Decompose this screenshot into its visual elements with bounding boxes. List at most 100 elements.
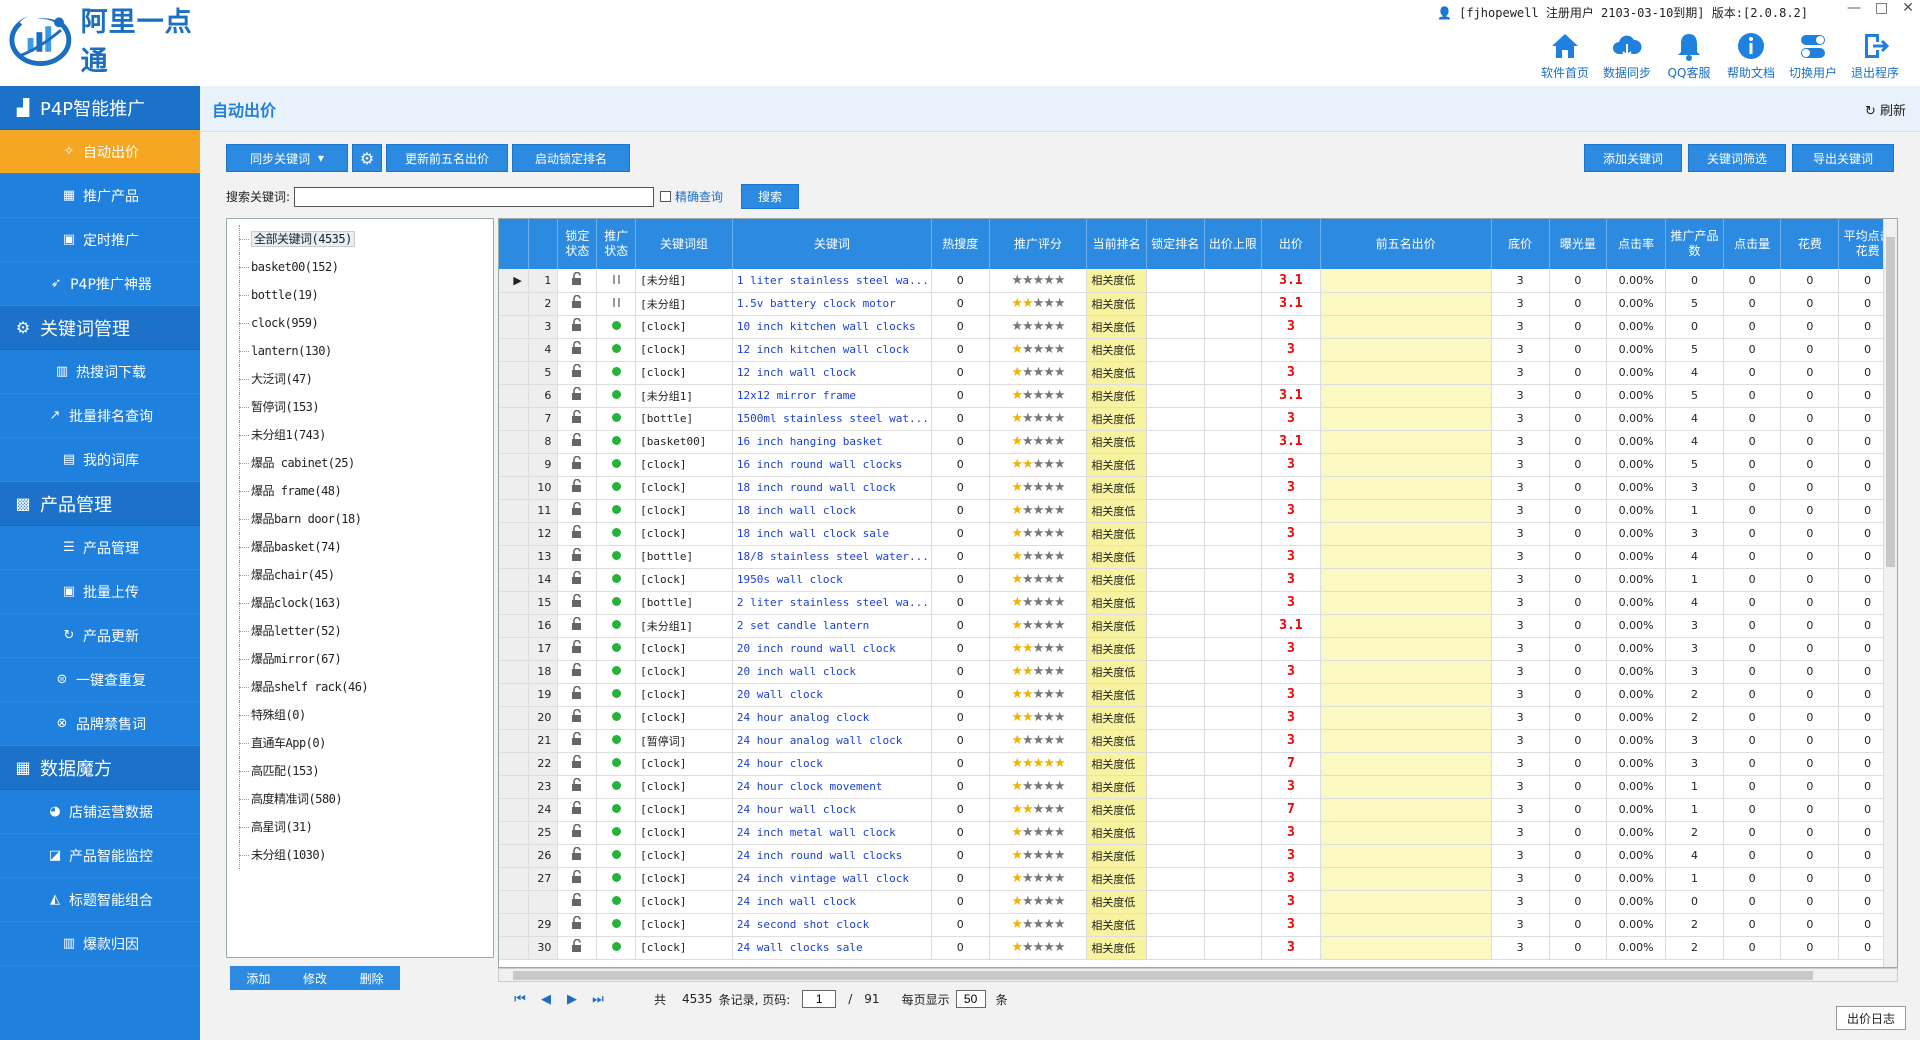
keyword-link[interactable]: 24 inch round wall clocks — [732, 844, 932, 868]
lock-toggle[interactable] — [557, 844, 598, 868]
col-bid[interactable]: 出价 — [1261, 219, 1321, 269]
bid-limit[interactable] — [1204, 844, 1263, 868]
table-row[interactable]: 29 [clock] 24 second shot clock 0 ★★★★★ 相关度低 3… — [499, 913, 1897, 937]
lock-toggle[interactable] — [557, 890, 598, 914]
table-row[interactable]: 21 [暂停词] 24 hour analog wall clock 0 ★★★★★ 相关… — [499, 729, 1897, 753]
sidebar-item-product-update[interactable]: ↻ 产品更新 — [0, 614, 200, 658]
keyword-link[interactable]: 12 inch wall clock — [732, 361, 932, 385]
lock-rank[interactable] — [1146, 338, 1205, 362]
bid-limit[interactable] — [1204, 361, 1263, 385]
table-row[interactable]: 10 [clock] 18 inch round wall clock 0 ★★★★★ 相… — [499, 476, 1897, 500]
table-row[interactable]: 20 [clock] 24 hour analog clock 0 ★★★★★ 相关度低 3… — [499, 706, 1897, 730]
bid-value[interactable]: 3.1 — [1261, 384, 1321, 408]
lock-rank[interactable] — [1146, 361, 1205, 385]
lock-toggle[interactable] — [557, 453, 598, 477]
keyword-link[interactable]: 12 inch kitchen wall clock — [732, 338, 932, 362]
promo-status[interactable] — [596, 269, 637, 293]
bid-value[interactable]: 3 — [1261, 476, 1321, 500]
bid-limit[interactable] — [1204, 476, 1263, 500]
exact-query-checkbox[interactable] — [660, 191, 672, 202]
tree-item[interactable]: clock(959) — [227, 309, 493, 337]
promo-status[interactable] — [596, 683, 637, 707]
sidebar-item-my-library[interactable]: ▤ 我的词库 — [0, 438, 200, 482]
last-page-button[interactable]: ⏭ — [588, 992, 608, 1007]
sidebar-item-bulk-upload[interactable]: ▣ 批量上传 — [0, 570, 200, 614]
lock-toggle[interactable] — [557, 660, 598, 684]
promo-status[interactable] — [596, 522, 637, 546]
keyword-link[interactable]: 24 inch metal wall clock — [732, 821, 932, 845]
lock-rank[interactable] — [1146, 591, 1205, 615]
lock-toggle[interactable] — [557, 913, 598, 937]
start-lock-button[interactable]: 启动锁定排名 — [512, 144, 630, 172]
bid-limit[interactable] — [1204, 706, 1263, 730]
sync-keywords-dropdown[interactable]: 同步关键词 ▾ — [226, 144, 348, 172]
next-page-button[interactable]: ▶ — [562, 992, 582, 1007]
promo-status[interactable] — [596, 890, 637, 914]
bid-limit[interactable] — [1204, 660, 1263, 684]
tree-item[interactable]: 全部关键词(4535) — [227, 225, 493, 253]
promo-status[interactable] — [596, 591, 637, 615]
bid-limit[interactable] — [1204, 913, 1263, 937]
promo-status[interactable] — [596, 844, 637, 868]
keyword-link[interactable]: 18/8 stainless steel water... — [732, 545, 932, 569]
minimize-button[interactable]: — — [1847, 0, 1861, 16]
tree-item[interactable]: 爆品basket(74) — [227, 533, 493, 561]
prev-page-button[interactable]: ◀ — [536, 992, 556, 1007]
lock-rank[interactable] — [1146, 614, 1205, 638]
promo-status[interactable] — [596, 476, 637, 500]
bid-value[interactable]: 3 — [1261, 913, 1321, 937]
sidebar-item-title-combine[interactable]: ◭ 标题智能组合 — [0, 878, 200, 922]
promo-status[interactable] — [596, 936, 637, 960]
table-row[interactable]: 30 [clock] 24 wall clocks sale 0 ★★★★★ 相关度低 3 3… — [499, 936, 1897, 960]
lock-rank[interactable] — [1146, 292, 1205, 316]
tree-item[interactable]: 爆品mirror(67) — [227, 645, 493, 673]
table-row[interactable]: 26 [clock] 24 inch round wall clocks 0 ★★★★★… — [499, 844, 1897, 868]
bid-limit[interactable] — [1204, 384, 1263, 408]
promo-status[interactable] — [596, 614, 637, 638]
tree-item[interactable]: 爆品barn door(18) — [227, 505, 493, 533]
table-row[interactable]: 19 [clock] 20 wall clock 0 ★★★★★ 相关度低 3 3 0 0.00%… — [499, 683, 1897, 707]
col-hotness[interactable]: 热搜度 — [931, 219, 990, 269]
scrollbar-thumb[interactable] — [1886, 237, 1895, 567]
tree-item[interactable]: 爆品letter(52) — [227, 617, 493, 645]
table-row[interactable]: 16 [未分组1] 2 set candle lantern 0 ★★★★★ 相关度低 3.… — [499, 614, 1897, 638]
nav-home[interactable]: 软件首页 — [1534, 30, 1596, 81]
lock-rank[interactable] — [1146, 637, 1205, 661]
table-row[interactable]: 6 [未分组1] 12x12 mirror frame 0 ★★★★★ 相关度低 3.1 3 0… — [499, 384, 1897, 408]
col-exposure[interactable]: 曝光量 — [1549, 219, 1608, 269]
keyword-link[interactable]: 18 inch wall clock sale — [732, 522, 932, 546]
tree-item[interactable]: 高度精准词(580) — [227, 785, 493, 813]
lock-toggle[interactable] — [557, 568, 598, 592]
promo-status[interactable] — [596, 660, 637, 684]
keyword-link[interactable]: 24 hour clock movement — [732, 775, 932, 799]
promo-status[interactable] — [596, 453, 637, 477]
table-row[interactable]: [clock] 24 inch wall clock 0 ★★★★★ 相关度低 3 3 0 0.… — [499, 890, 1897, 914]
bid-value[interactable]: 3 — [1261, 522, 1321, 546]
keyword-link[interactable]: 2 liter stainless steel wa... — [732, 591, 932, 615]
bid-limit[interactable] — [1204, 568, 1263, 592]
bid-limit[interactable] — [1204, 315, 1263, 339]
keyword-link[interactable]: 1500ml stainless steel wat... — [732, 407, 932, 431]
tree-item[interactable]: 爆品 frame(48) — [227, 477, 493, 505]
keyword-link[interactable]: 12x12 mirror frame — [732, 384, 932, 408]
bid-limit[interactable] — [1204, 821, 1263, 845]
bid-value[interactable]: 3 — [1261, 890, 1321, 914]
bid-value[interactable]: 3 — [1261, 867, 1321, 891]
lock-toggle[interactable] — [557, 936, 598, 960]
sidebar-item-p4p-tool[interactable]: ➶ P4P推广神器 — [0, 262, 200, 306]
maximize-button[interactable]: □ — [1875, 0, 1888, 16]
keyword-link[interactable]: 1950s wall clock — [732, 568, 932, 592]
bid-value[interactable]: 3 — [1261, 729, 1321, 753]
col-current-rank[interactable]: 当前排名 — [1086, 219, 1147, 269]
promo-status[interactable] — [596, 913, 637, 937]
lock-toggle[interactable] — [557, 292, 598, 316]
lock-rank[interactable] — [1146, 844, 1205, 868]
bid-value[interactable]: 3 — [1261, 637, 1321, 661]
lock-rank[interactable] — [1146, 752, 1205, 776]
lock-rank[interactable] — [1146, 315, 1205, 339]
bid-limit[interactable] — [1204, 867, 1263, 891]
keyword-link[interactable]: 1.5v battery clock motor — [732, 292, 932, 316]
bid-limit[interactable] — [1204, 430, 1263, 454]
lock-rank[interactable] — [1146, 476, 1205, 500]
keyword-link[interactable]: 24 inch vintage wall clock — [732, 867, 932, 891]
